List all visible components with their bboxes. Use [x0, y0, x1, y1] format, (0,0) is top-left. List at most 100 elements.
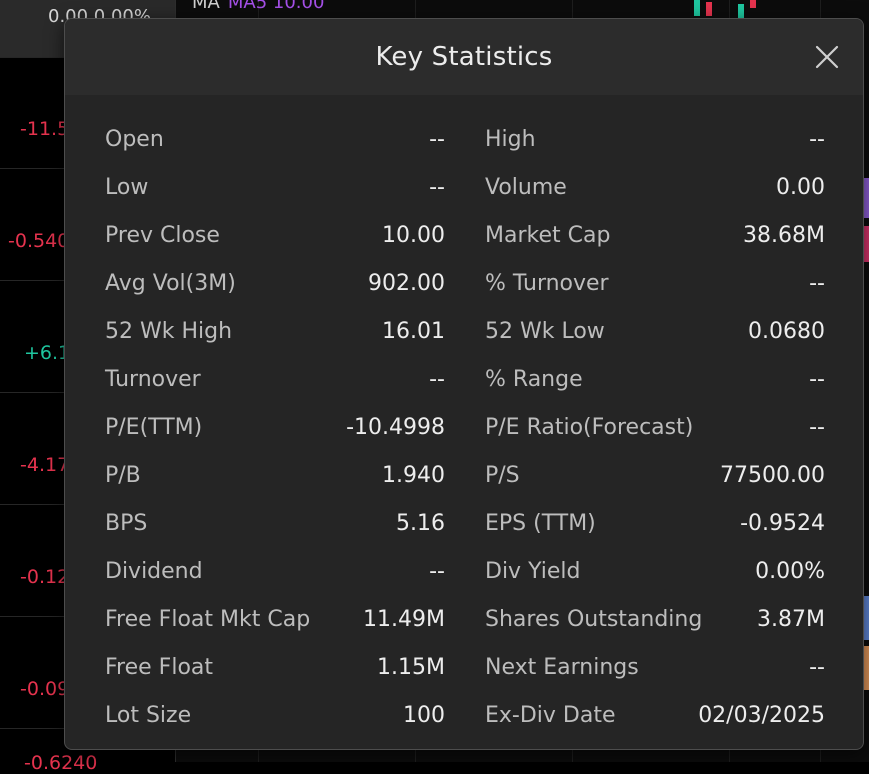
stat-cell: P/E(TTM) -10.4998: [105, 404, 445, 452]
stat-label: Div Yield: [485, 559, 581, 584]
stat-cell: % Range --: [485, 356, 825, 404]
stat-row: Dividend -- Div Yield 0.00%: [105, 548, 825, 596]
stat-label: Free Float: [105, 655, 214, 680]
key-statistics-dialog: Key Statistics Open -- High -- Low -- Volume 0.…: [64, 18, 864, 750]
candle: [706, 2, 712, 16]
stat-value: 0.00%: [755, 559, 825, 584]
stat-label: P/B: [105, 463, 141, 488]
stat-cell: P/S 77500.00: [485, 452, 825, 500]
stat-value: 0.00: [776, 175, 825, 200]
stat-cell: Prev Close 10.00: [105, 212, 445, 260]
watchlist-change-value: -0.12: [20, 566, 70, 588]
stat-cell: Avg Vol(3M) 902.00: [105, 260, 445, 308]
stat-cell: EPS (TTM) -0.9524: [485, 500, 825, 548]
stat-label: % Range: [485, 367, 583, 392]
stat-row: Low -- Volume 0.00: [105, 164, 825, 212]
candle: [738, 4, 744, 18]
stat-value: 16.01: [382, 319, 445, 344]
stat-label: Prev Close: [105, 223, 220, 248]
watchlist-change-value: -0.540: [8, 230, 70, 252]
candle: [750, 0, 756, 8]
stat-row: 52 Wk High 16.01 52 Wk Low 0.0680: [105, 308, 825, 356]
stat-cell: Turnover --: [105, 356, 445, 404]
stat-label: Volume: [485, 175, 567, 200]
stat-cell: Volume 0.00: [485, 164, 825, 212]
stat-cell: High --: [485, 116, 825, 164]
stat-value: --: [809, 271, 825, 296]
stat-label: 52 Wk Low: [485, 319, 605, 344]
stat-label: P/E Ratio(Forecast): [485, 415, 694, 440]
side-indicator-chip: [864, 596, 869, 640]
stat-row: Open -- High --: [105, 116, 825, 164]
stat-cell: Shares Outstanding 3.87M: [485, 596, 825, 644]
stat-value: 77500.00: [720, 463, 825, 488]
stat-value: 902.00: [368, 271, 445, 296]
stat-label: EPS (TTM): [485, 511, 596, 536]
dialog-header: Key Statistics: [65, 19, 863, 95]
stat-label: Ex-Div Date: [485, 703, 616, 728]
stat-value: 38.68M: [743, 223, 825, 248]
stat-row: Free Float Mkt Cap 11.49M Shares Outstandi…: [105, 596, 825, 644]
stat-cell: 52 Wk Low 0.0680: [485, 308, 825, 356]
stat-label: P/E(TTM): [105, 415, 203, 440]
stat-value: 3.87M: [757, 607, 825, 632]
stat-label: P/S: [485, 463, 520, 488]
stat-cell: Free Float Mkt Cap 11.49M: [105, 596, 445, 644]
stat-value: -10.4998: [346, 415, 445, 440]
side-indicator-chip: [864, 226, 869, 262]
watchlist-change-value: -11.5: [20, 118, 70, 140]
stat-cell: Free Float 1.15M: [105, 644, 445, 692]
stat-value: --: [809, 127, 825, 152]
stat-label: Free Float Mkt Cap: [105, 607, 311, 632]
stat-label: Low: [105, 175, 149, 200]
chart-ma-title: MA: [192, 0, 220, 13]
side-indicator-chip: [864, 646, 869, 690]
stat-label: % Turnover: [485, 271, 609, 296]
stat-value: 1.940: [382, 463, 445, 488]
stat-label: Turnover: [105, 367, 201, 392]
stat-cell: P/E Ratio(Forecast) --: [485, 404, 825, 452]
stat-label: Open: [105, 127, 164, 152]
chart-indicator-label: MA MA5 10.00: [192, 0, 324, 13]
stat-value: --: [429, 559, 445, 584]
stat-row: Avg Vol(3M) 902.00 % Turnover --: [105, 260, 825, 308]
stat-cell: Div Yield 0.00%: [485, 548, 825, 596]
stat-label: 52 Wk High: [105, 319, 233, 344]
stat-row: P/B 1.940 P/S 77500.00: [105, 452, 825, 500]
stat-row: Prev Close 10.00 Market Cap 38.68M: [105, 212, 825, 260]
stat-value: --: [809, 367, 825, 392]
close-button[interactable]: [813, 43, 841, 71]
stat-value: --: [429, 127, 445, 152]
stat-label: High: [485, 127, 536, 152]
stat-cell: Ex-Div Date 02/03/2025: [485, 692, 825, 740]
watchlist-change-value: -0.6240: [24, 752, 98, 774]
stat-label: Avg Vol(3M): [105, 271, 236, 296]
statistics-grid: Open -- High -- Low -- Volume 0.00 Prev Close 10.…: [105, 116, 825, 740]
stat-value: 1.15M: [377, 655, 445, 680]
dialog-title: Key Statistics: [375, 42, 553, 72]
stat-label: Shares Outstanding: [485, 607, 703, 632]
stat-value: 100: [403, 703, 445, 728]
stat-cell: Low --: [105, 164, 445, 212]
candle: [694, 0, 700, 16]
watchlist-change-value: -4.17: [20, 454, 70, 476]
stat-cell: Next Earnings --: [485, 644, 825, 692]
chart-ma-value: MA5 10.00: [227, 0, 325, 13]
stat-cell: % Turnover --: [485, 260, 825, 308]
stat-value: 0.0680: [748, 319, 825, 344]
stat-cell: 52 Wk High 16.01: [105, 308, 445, 356]
stat-cell: BPS 5.16: [105, 500, 445, 548]
stat-value: --: [429, 175, 445, 200]
stat-value: 02/03/2025: [698, 703, 825, 728]
stat-cell: Dividend --: [105, 548, 445, 596]
stat-cell: P/B 1.940: [105, 452, 445, 500]
stat-label: BPS: [105, 511, 148, 536]
stat-label: Next Earnings: [485, 655, 639, 680]
stat-label: Lot Size: [105, 703, 192, 728]
stat-row: Lot Size 100 Ex-Div Date 02/03/2025: [105, 692, 825, 740]
stat-label: Market Cap: [485, 223, 611, 248]
stat-row: Turnover -- % Range --: [105, 356, 825, 404]
stat-row: BPS 5.16 EPS (TTM) -0.9524: [105, 500, 825, 548]
stat-value: 11.49M: [363, 607, 445, 632]
stat-cell: Lot Size 100: [105, 692, 445, 740]
